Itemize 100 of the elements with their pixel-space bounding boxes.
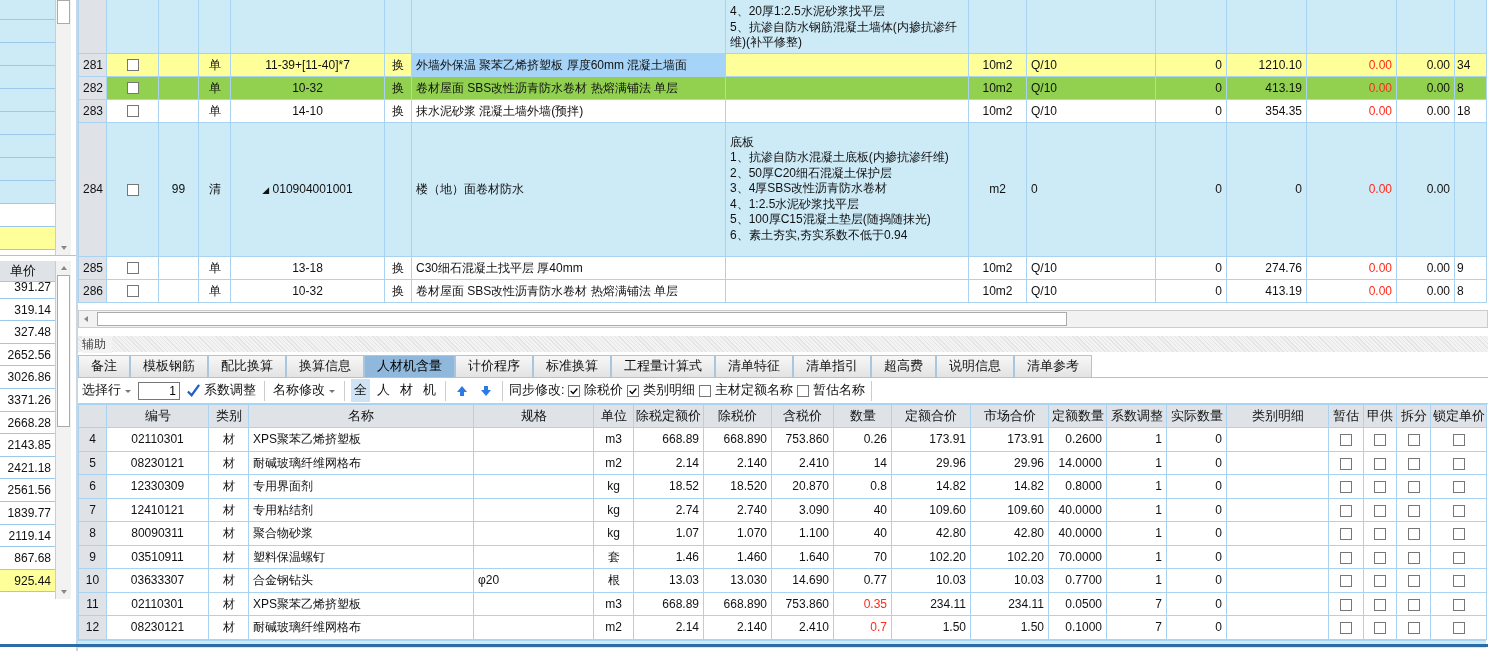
input-field[interactable]: 1	[138, 381, 180, 400]
description-line: 4、20厚1:2.5水泥砂浆找平层	[730, 4, 886, 20]
checkbox[interactable]	[1452, 575, 1465, 588]
scrollbar[interactable]	[55, 261, 71, 599]
table-cell: 9	[1454, 256, 1487, 279]
checkbox[interactable]	[126, 183, 139, 196]
checkbox[interactable]	[1452, 434, 1465, 447]
tab[interactable]: 计价程序	[455, 355, 533, 377]
checkbox[interactable]	[1407, 598, 1420, 611]
description-line: 4、1:2.5水泥砂浆找平层	[730, 196, 861, 213]
tab[interactable]: 清单特征	[715, 355, 793, 377]
checkbox[interactable]	[1374, 504, 1386, 517]
table-cell: 单	[198, 99, 231, 122]
checkbox[interactable]	[126, 105, 139, 118]
checkbox[interactable]	[1340, 457, 1352, 470]
table-cell: 10m2	[968, 99, 1027, 122]
tab[interactable]: 工程量计算式	[611, 355, 715, 377]
tab[interactable]: 标准换算	[533, 355, 611, 377]
table-cell: 0	[1166, 427, 1227, 451]
checkbox[interactable]	[1340, 551, 1352, 564]
filter-button[interactable]: 全	[351, 379, 370, 402]
table-cell: 234.11	[970, 592, 1049, 616]
tab[interactable]: 模板钢筋	[130, 355, 208, 377]
tab[interactable]: 说明信息	[936, 355, 1014, 377]
table-cell: 材	[208, 615, 249, 639]
checkbox[interactable]	[1407, 481, 1420, 494]
checkbox[interactable]	[627, 384, 640, 397]
table-cell: 1.50	[891, 615, 971, 639]
checkbox[interactable]	[1452, 528, 1465, 541]
table-cell: 18	[1454, 99, 1487, 122]
table-cell: 8	[1454, 76, 1487, 99]
tab[interactable]: 清单指引	[793, 355, 871, 377]
checkbox[interactable]	[797, 384, 810, 397]
sync-label: 同步修改:	[509, 382, 565, 399]
rename-dropdown[interactable]: 名称修改	[271, 382, 338, 399]
checkbox[interactable]	[1340, 598, 1352, 611]
tab[interactable]: 备注	[78, 355, 130, 377]
checkbox[interactable]	[126, 59, 139, 72]
checkbox[interactable]	[126, 262, 139, 275]
column-header: 实际数量	[1166, 404, 1227, 428]
checkbox[interactable]	[568, 384, 581, 397]
filter-button[interactable]: 人	[374, 379, 393, 402]
checkbox[interactable]	[1452, 622, 1465, 635]
checkbox[interactable]	[1374, 481, 1386, 494]
checkbox[interactable]	[1407, 528, 1420, 541]
table-cell: 单	[198, 76, 231, 99]
table-cell: 13.03	[633, 568, 704, 592]
tab[interactable]: 换算信息	[286, 355, 364, 377]
checkbox[interactable]	[1374, 598, 1386, 611]
checkbox[interactable]	[1452, 598, 1465, 611]
table-cell: m3	[593, 592, 634, 616]
checkbox[interactable]	[1340, 575, 1352, 588]
table-cell: 0	[1226, 122, 1307, 256]
coefficient-button[interactable]: 系数调整	[184, 382, 258, 399]
expand-toggle[interactable]: ◢	[262, 184, 270, 195]
tab[interactable]: 配比换算	[208, 355, 286, 377]
checkbox[interactable]	[1340, 622, 1352, 635]
scrollbar-thumb[interactable]	[57, 0, 70, 24]
checkbox[interactable]	[1452, 457, 1465, 470]
scrollbar-thumb[interactable]	[97, 312, 1067, 326]
checkbox[interactable]	[1374, 434, 1386, 447]
table-cell: 02110301	[106, 592, 209, 616]
checkbox[interactable]	[1452, 504, 1465, 517]
scrollbar[interactable]	[78, 310, 1488, 328]
checkbox[interactable]	[1374, 457, 1386, 470]
checkbox[interactable]	[1407, 551, 1420, 564]
filter-button[interactable]: 材	[397, 379, 416, 402]
table-cell: 0.8	[833, 474, 892, 498]
checkbox[interactable]	[1452, 551, 1465, 564]
checkbox[interactable]	[1374, 551, 1386, 564]
table-cell: 42.80	[970, 521, 1049, 545]
checkbox[interactable]	[126, 285, 139, 298]
checkbox[interactable]	[126, 82, 139, 95]
checkbox[interactable]	[699, 384, 712, 397]
table-cell[interactable]: 925.44	[0, 569, 55, 593]
row-select-dropdown[interactable]: 选择行	[80, 382, 134, 399]
checkbox[interactable]	[1374, 528, 1386, 541]
tab[interactable]: 超高费	[871, 355, 936, 377]
checkbox[interactable]	[1407, 457, 1420, 470]
table-cell: 173.91	[970, 427, 1049, 451]
checkbox[interactable]	[1407, 504, 1420, 517]
tab[interactable]: 人材机含量	[364, 355, 455, 377]
table-cell: m2	[968, 122, 1027, 256]
checkbox[interactable]	[1340, 528, 1352, 541]
scrollbar[interactable]	[55, 0, 71, 255]
tab[interactable]: 清单参考	[1014, 355, 1092, 377]
checkbox[interactable]	[1340, 434, 1352, 447]
scrollbar-thumb[interactable]	[57, 275, 70, 427]
checkbox[interactable]	[1374, 622, 1386, 635]
table-cell: 02110301	[106, 427, 209, 451]
checkbox[interactable]	[1340, 481, 1352, 494]
checkbox[interactable]	[1407, 622, 1420, 635]
arrow-down-icon[interactable]	[480, 384, 492, 397]
arrow-up-icon[interactable]	[456, 384, 468, 397]
filter-button[interactable]: 机	[420, 379, 439, 402]
checkbox[interactable]	[1452, 481, 1465, 494]
checkbox[interactable]	[1340, 504, 1352, 517]
checkbox[interactable]	[1407, 434, 1420, 447]
checkbox[interactable]	[1407, 575, 1420, 588]
checkbox[interactable]	[1374, 575, 1386, 588]
